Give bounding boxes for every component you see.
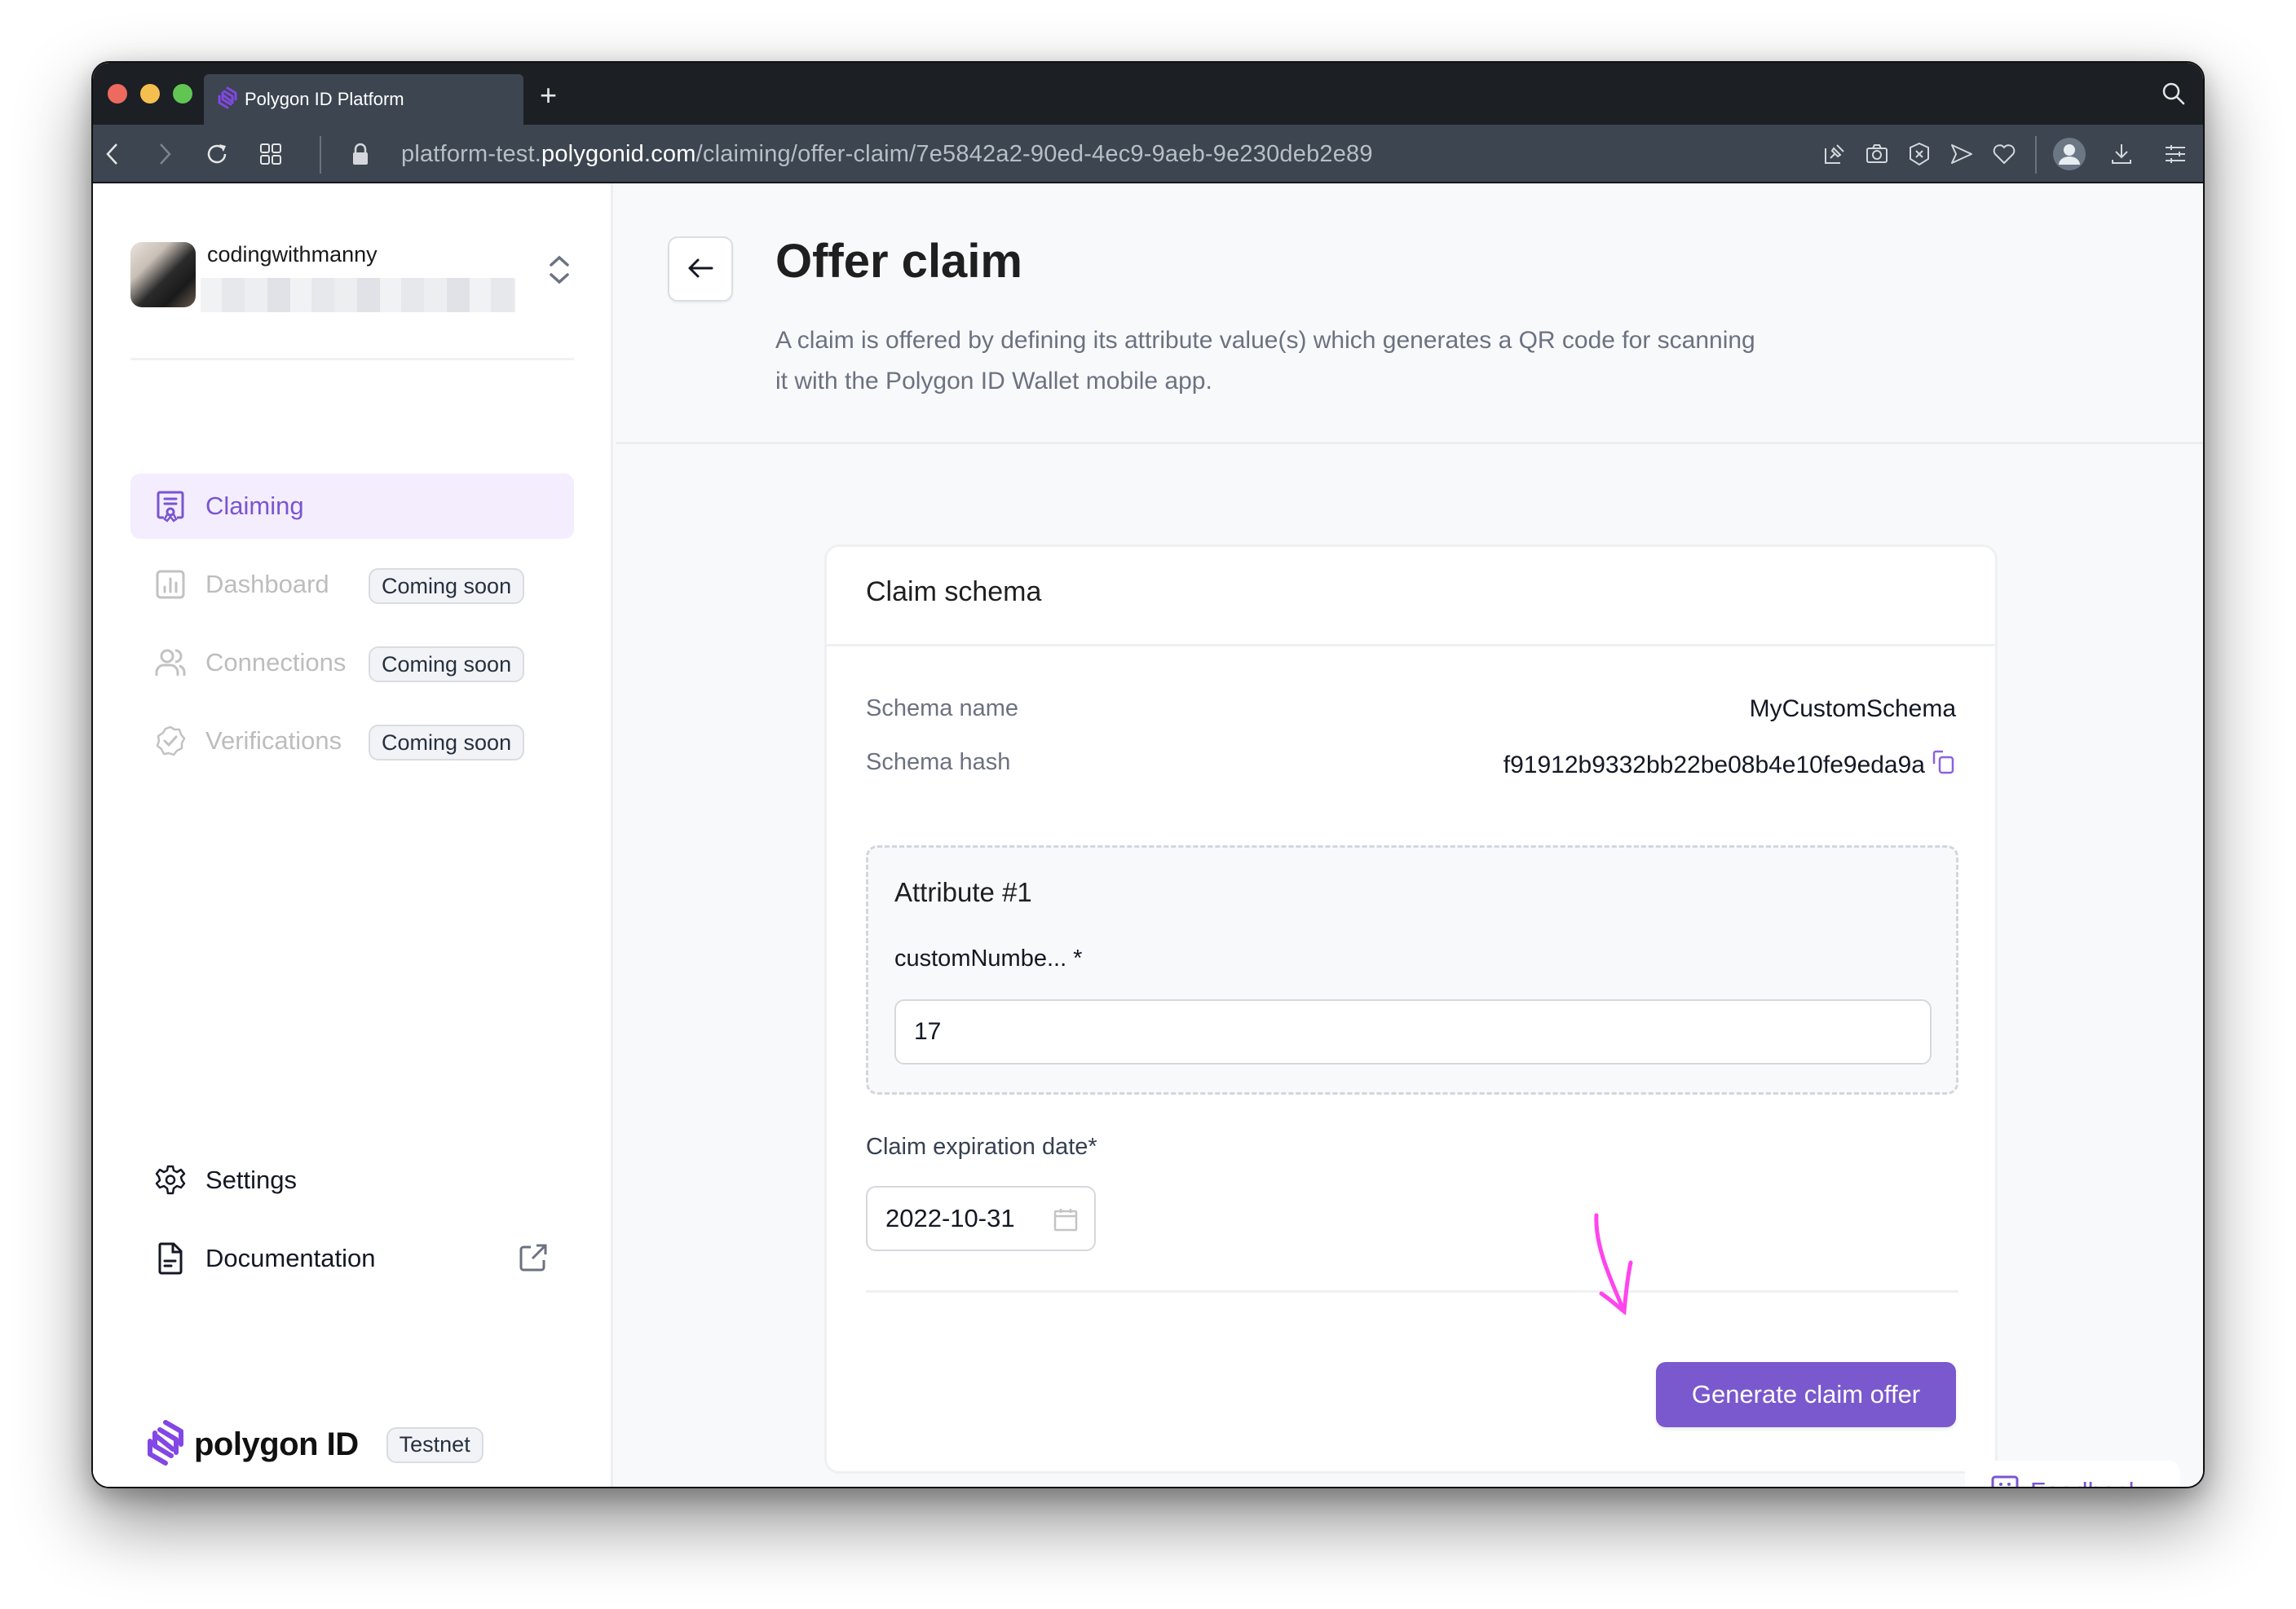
copy-icon[interactable]: [1932, 749, 1956, 782]
sidebar-item-verifications[interactable]: Verifications Coming soon: [130, 708, 574, 774]
account-name: codingwithmanny: [207, 242, 378, 267]
coming-soon-badge: Coming soon: [369, 568, 525, 604]
forward-icon[interactable]: [150, 139, 179, 169]
page: codingwithmanny Claiming Dashboard Comin…: [93, 183, 2203, 1487]
sidebar-item-label: Dashboard: [205, 570, 329, 598]
url-host: polygonid.com: [541, 141, 696, 167]
url-path: /claiming/offer-claim/7e5842a2-90ed-4ec9…: [695, 141, 1373, 167]
gear-icon: [155, 1165, 186, 1196]
sidebar-item-settings[interactable]: Settings: [130, 1152, 574, 1209]
calendar-icon[interactable]: [1053, 1207, 1078, 1236]
schema-name-text: MyCustomSchema: [1749, 695, 1956, 722]
attribute-label: customNumbe... *: [894, 946, 1083, 972]
testnet-badge: Testnet: [386, 1426, 483, 1463]
send-icon[interactable]: [1947, 139, 1976, 169]
tab-bar: Polygon ID Platform +: [93, 63, 2203, 125]
sidebar-divider: [130, 358, 574, 360]
sidebar-item-label: Claiming: [205, 492, 304, 520]
brand-name: polygon ID: [194, 1426, 359, 1462]
attribute-group: Attribute #1 customNumbe... *: [866, 845, 1958, 1095]
avatar: [130, 242, 196, 307]
sidebar-item-label: Documentation: [205, 1244, 376, 1272]
close-window-button[interactable]: [108, 84, 127, 104]
pin-icon[interactable]: [1820, 139, 1849, 169]
annotation-arrow-icon: [1585, 1212, 1658, 1322]
page-header: Offer claim A claim is offered by defini…: [616, 183, 2203, 444]
expiration-date-input[interactable]: 2022-10-31: [866, 1186, 1096, 1251]
feedback-chat-icon: [1991, 1475, 2019, 1487]
minimize-window-button[interactable]: [140, 84, 160, 104]
maximize-window-button[interactable]: [173, 84, 192, 104]
sidebar-item-connections[interactable]: Connections Coming soon: [130, 630, 574, 695]
browser-window: Polygon ID Platform + platform-test.poly…: [91, 61, 2205, 1488]
sidebar-item-dashboard[interactable]: Dashboard Coming soon: [130, 552, 574, 617]
grid-icon[interactable]: [256, 139, 285, 169]
back-icon[interactable]: [98, 139, 127, 169]
card-header: Claim schema: [827, 547, 1995, 646]
url-prefix: platform-test.: [401, 141, 542, 167]
camera-icon[interactable]: [1862, 139, 1892, 169]
toolbar-divider-2: [2035, 136, 2037, 174]
shield-x-icon[interactable]: [1905, 139, 1934, 169]
sidebar-item-label: Settings: [205, 1166, 298, 1194]
schema-name-value: MyCustomSchema: [1750, 695, 1956, 723]
tab-title: Polygon ID Platform: [245, 89, 404, 109]
expiration-date-label: Claim expiration date*: [866, 1134, 1097, 1160]
new-tab-button[interactable]: +: [540, 81, 557, 110]
account-subtitle-redacted: [201, 278, 515, 312]
menu-icon[interactable]: [2161, 139, 2190, 169]
brand: polygon ID Testnet: [144, 1419, 483, 1470]
attribute-title: Attribute #1: [894, 877, 1032, 907]
users-icon: [155, 647, 186, 678]
schema-hash-text: f91912b9332bb22be08b4e10fe9eda9a: [1503, 752, 1925, 778]
expiration-date-value: 2022-10-31: [885, 1204, 1015, 1232]
sidebar-item-label: Verifications: [205, 726, 342, 755]
browser-toolbar: platform-test.polygonid.com/claiming/off…: [93, 125, 2203, 183]
document-icon: [155, 1242, 186, 1275]
schema-name-label: Schema name: [866, 695, 1018, 721]
card-divider: [866, 1290, 1958, 1293]
sidebar-item-label: Connections: [205, 648, 347, 677]
badge-check-icon: [155, 725, 186, 756]
attribute-value-input[interactable]: [894, 999, 1932, 1065]
reload-icon[interactable]: [202, 139, 232, 169]
sidebar: codingwithmanny Claiming Dashboard Comin…: [93, 183, 613, 1487]
profile-icon[interactable]: [2053, 138, 2086, 170]
feedback-button[interactable]: Feedback: [1965, 1461, 2180, 1487]
schema-hash-label: Schema hash: [866, 749, 1011, 775]
polygon-id-logo-icon: [144, 1419, 188, 1470]
download-icon[interactable]: [2107, 139, 2136, 169]
account-switcher[interactable]: codingwithmanny: [130, 242, 574, 312]
generate-claim-offer-button[interactable]: Generate claim offer: [1656, 1362, 1956, 1427]
toolbar-divider: [320, 136, 321, 174]
sidebar-item-claiming[interactable]: Claiming: [130, 474, 574, 539]
address-bar[interactable]: platform-test.polygonid.com/claiming/off…: [401, 141, 1373, 168]
arrow-left-icon: [687, 258, 713, 281]
chart-icon: [155, 569, 186, 600]
schema-hash-value: f91912b9332bb22be08b4e10fe9eda9a: [1503, 749, 1956, 782]
lock-icon[interactable]: [346, 139, 375, 169]
polygon-logo-icon: [215, 86, 240, 114]
certificate-icon: [155, 491, 186, 522]
back-button[interactable]: [668, 236, 733, 302]
coming-soon-badge: Coming soon: [369, 725, 525, 760]
chevron-up-down-icon[interactable]: [548, 253, 571, 290]
search-icon[interactable]: [2161, 81, 2187, 111]
page-description: A claim is offered by defining its attri…: [775, 327, 1755, 395]
browser-tab[interactable]: Polygon ID Platform: [204, 74, 523, 125]
coming-soon-badge: Coming soon: [369, 646, 525, 682]
external-link-icon[interactable]: [519, 1243, 548, 1276]
sidebar-item-documentation[interactable]: Documentation: [130, 1230, 574, 1287]
page-title: Offer claim: [775, 235, 1022, 288]
feedback-label: Feedback: [2030, 1477, 2141, 1487]
claim-schema-card: Claim schema Schema name MyCustomSchema …: [824, 544, 1998, 1474]
heart-icon[interactable]: [1989, 139, 2019, 169]
card-title: Claim schema: [866, 576, 1042, 607]
